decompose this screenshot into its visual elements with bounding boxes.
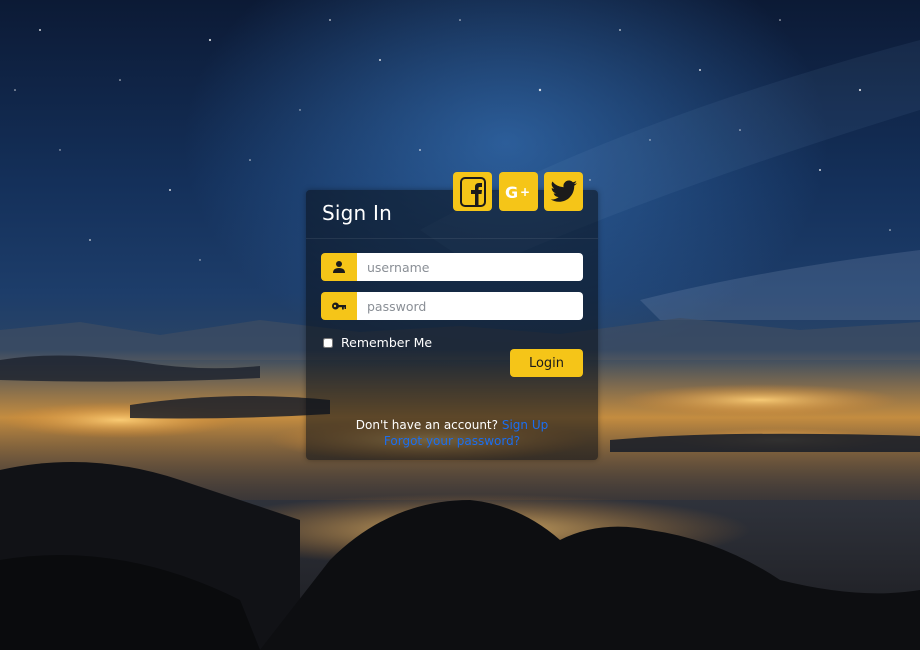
password-input[interactable]	[357, 292, 583, 320]
svg-text:G: G	[505, 183, 518, 202]
google-plus-button[interactable]: G +	[499, 172, 538, 211]
no-account-text: Don't have an account?	[355, 418, 498, 432]
remember-me-checkbox[interactable]	[323, 337, 333, 348]
key-icon	[321, 292, 357, 320]
account-links: Don't have an account? Sign Up Forgot yo…	[306, 417, 598, 449]
forgot-password-link[interactable]: Forgot your password?	[384, 434, 520, 448]
facebook-icon	[459, 176, 486, 207]
svg-text:+: +	[520, 185, 530, 199]
username-input[interactable]	[357, 253, 583, 281]
password-group	[321, 292, 583, 320]
login-title: Sign In	[322, 201, 392, 225]
twitter-button[interactable]	[544, 172, 583, 211]
facebook-button[interactable]	[453, 172, 492, 211]
remember-me[interactable]: Remember Me	[323, 335, 432, 350]
user-icon	[321, 253, 357, 281]
login-card: Sign In G + username Remember Me Login D…	[306, 172, 598, 460]
login-button[interactable]: Login	[510, 349, 583, 377]
username-group	[321, 253, 583, 281]
title-divider	[306, 238, 598, 239]
google-plus-icon: G +	[505, 183, 530, 202]
signup-line: Don't have an account? Sign Up	[306, 417, 598, 433]
twitter-icon	[550, 179, 577, 202]
signup-link[interactable]: Sign Up	[502, 418, 548, 432]
forgot-line: Forgot your password?	[306, 433, 598, 449]
remember-me-label: Remember Me	[341, 335, 433, 350]
